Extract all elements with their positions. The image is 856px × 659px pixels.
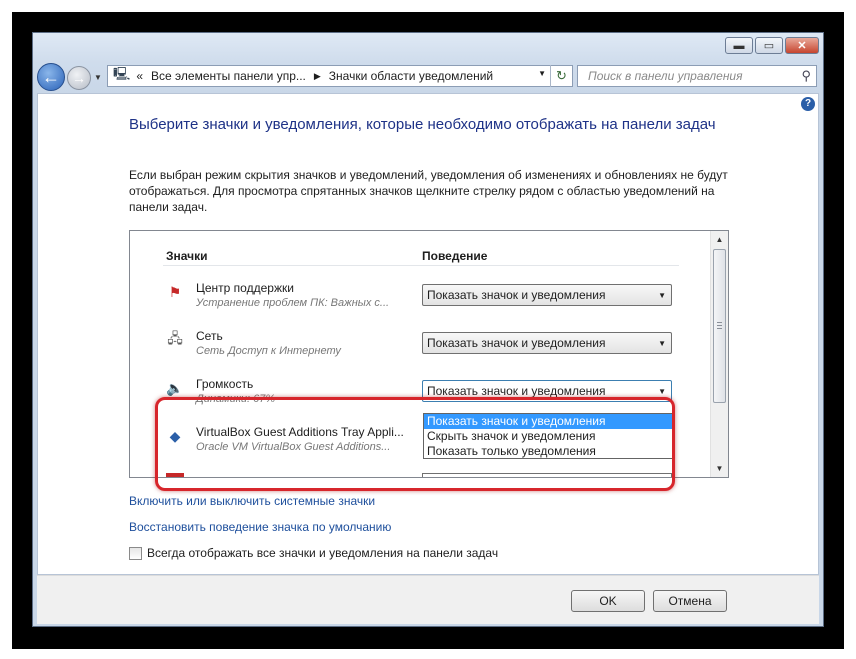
checkbox-box[interactable]	[129, 546, 142, 560]
breadcrumb-separator-icon[interactable]: ▶	[314, 71, 321, 82]
forward-arrow-icon: →	[72, 70, 86, 86]
search-icon[interactable]: ⚲	[801, 68, 811, 84]
breadcrumb-all-control-panel-items[interactable]: Все элементы панели упр...	[151, 69, 306, 83]
behavior-select[interactable]: Показать значок и уведомления ▼	[422, 284, 672, 306]
help-icon[interactable]: ?	[801, 97, 815, 111]
list-item: 🖧 Сеть Сеть Доступ к Интернету Показать …	[166, 329, 676, 371]
behavior-value: Показать значок и уведомления	[427, 288, 606, 302]
restore-default-behaviors-link[interactable]: Восстановить поведение значка по умолчан…	[129, 520, 391, 534]
toggle-system-icons-link[interactable]: Включить или выключить системные значки	[129, 494, 375, 508]
behavior-select[interactable]: Показать значок и уведомления ▼	[422, 332, 672, 354]
address-root-chevron[interactable]: «	[136, 69, 143, 83]
action-center-icon: ⚑	[168, 283, 182, 300]
checkbox-label: Всегда отображать все значки и уведомлен…	[147, 546, 499, 560]
control-panel-window: ▬ ▭ ✕ ← → ▼ 🖳 « Все элементы панели упр.…	[32, 32, 824, 627]
page-title: Выберите значки и уведомления, которые н…	[129, 116, 716, 133]
list-item: ⚑ Центр поддержки Устранение проблем ПК:…	[166, 281, 676, 323]
grip-icon	[717, 322, 722, 330]
chevron-down-icon: ▼	[658, 387, 666, 396]
search-box: ⚲	[577, 65, 817, 87]
item-description: Устранение проблем ПК: Важных с...	[196, 297, 390, 309]
dialog-footer: OK Отмена	[37, 575, 819, 624]
forward-button[interactable]: →	[67, 66, 91, 90]
refresh-icon[interactable]: ↻	[550, 65, 572, 87]
recent-pages-dropdown[interactable]: ▼	[94, 73, 102, 82]
item-name: Громкость	[196, 377, 254, 391]
scroll-thumb[interactable]	[713, 249, 726, 403]
always-show-all-icons-checkbox[interactable]: Всегда отображать все значки и уведомлен…	[129, 546, 498, 560]
volume-icon: 🔈	[166, 379, 184, 396]
search-input[interactable]	[586, 68, 795, 84]
minimize-button[interactable]: ▬	[725, 37, 753, 54]
item-name: Сеть	[196, 329, 223, 343]
highlight-annotation	[155, 397, 675, 491]
back-button[interactable]: ←	[37, 63, 65, 91]
network-icon: 🖧	[167, 330, 183, 346]
header-divider	[163, 265, 679, 266]
back-arrow-icon: ←	[42, 66, 60, 87]
close-button[interactable]: ✕	[785, 37, 819, 54]
cancel-button[interactable]: Отмена	[653, 590, 727, 612]
chevron-down-icon: ▼	[658, 291, 666, 300]
computer-icon: 🖳	[113, 66, 131, 81]
main-content: ? Выберите значки и уведомления, которые…	[37, 93, 819, 575]
address-bar[interactable]: 🖳 « Все элементы панели упр... ▶ Значки …	[107, 65, 573, 87]
address-dropdown-icon[interactable]: ▼	[538, 69, 546, 78]
page-description: Если выбран режим скрытия значков и увед…	[129, 168, 728, 214]
column-header-behavior: Поведение	[422, 249, 488, 263]
chevron-down-icon: ▼	[658, 339, 666, 348]
column-header-icons: Значки	[166, 249, 208, 263]
behavior-value: Показать значок и уведомления	[427, 336, 606, 350]
item-name: Центр поддержки	[196, 281, 294, 295]
scroll-up-icon[interactable]: ▲	[711, 231, 728, 248]
window-controls: ▬ ▭ ✕	[725, 37, 819, 54]
behavior-value: Показать значок и уведомления	[427, 384, 606, 398]
maximize-button[interactable]: ▭	[755, 37, 783, 54]
scroll-down-icon[interactable]: ▼	[711, 460, 728, 477]
item-description: Сеть Доступ к Интернету	[196, 345, 341, 357]
vertical-scrollbar[interactable]: ▲ ▼	[710, 231, 728, 477]
breadcrumb-notification-area-icons[interactable]: Значки области уведомлений	[329, 69, 493, 83]
ok-button[interactable]: OK	[571, 590, 645, 612]
